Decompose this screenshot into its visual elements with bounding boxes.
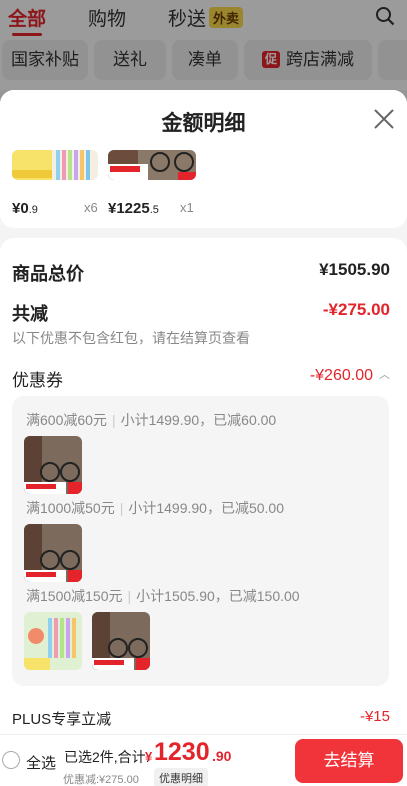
coupon-line: 满600减60元 | 小计1499.90，已减60.00 [26, 412, 277, 428]
reduce-note: 以下优惠不包含红包，请在结算页查看 [12, 330, 250, 346]
chevron-up-icon: ︿ [379, 369, 390, 381]
total-amount: 1230 [154, 738, 210, 766]
total-currency: ¥ [145, 749, 153, 764]
close-icon[interactable] [373, 108, 395, 130]
coupon-label: 优惠券 [12, 371, 63, 390]
coupon-detail-box: 满600减60元 | 小计1499.90，已减60.00 满1000减50元 | 小计1… [12, 396, 389, 686]
item-qty-bike: x1 [180, 200, 194, 215]
sheet-header: 金额明细 [0, 90, 407, 150]
items-card: ¥0.9 x6 ¥1225.5 x1 [0, 150, 407, 228]
selected-count: 已选2件,合计: [64, 749, 150, 765]
goods-total-label: 商品总价 [12, 264, 84, 284]
coupon-line: 满1500减150元 | 小计1505.90，已减150.00 [26, 588, 300, 604]
product-thumb-bike[interactable] [92, 612, 150, 670]
product-thumb-pens[interactable] [12, 150, 98, 180]
select-all-label[interactable]: 全选 [26, 752, 56, 773]
total-decimal: .90 [212, 748, 232, 764]
plus-discount-value: -¥15 [359, 708, 390, 725]
reduce-label: 共减 [12, 304, 48, 324]
product-thumb-bike[interactable] [24, 436, 82, 494]
item-price-pens: ¥0.9 [12, 200, 38, 217]
checkout-button[interactable]: 去结算 [295, 739, 403, 783]
coupon-toggle[interactable]: -¥260.00 ︿ [310, 366, 390, 385]
item-qty-pens: x6 [84, 200, 98, 215]
product-thumb-bike[interactable] [24, 524, 82, 582]
amount-detail-sheet: 金额明细 ¥0.9 x6 ¥1225.5 x1 商品总价 ¥1505.90 共减… [0, 90, 407, 786]
reduce-value: -¥275.00 [322, 300, 390, 319]
checkout-bar: 全选 已选2件,合计: ¥ 1230 .90 优惠减:¥275.00 优惠明细 … [0, 734, 407, 786]
select-all-checkbox[interactable] [2, 751, 20, 769]
discount-note: 优惠减:¥275.00 [63, 774, 139, 786]
plus-discount-label: PLUS专享立减 [12, 711, 112, 728]
product-thumb-bike[interactable] [108, 150, 196, 180]
goods-total-value: ¥1505.90 [319, 260, 390, 279]
product-thumb-pens[interactable] [24, 612, 82, 670]
sheet-title: 金额明细 [161, 112, 246, 135]
discount-detail-button[interactable]: 优惠明细 [154, 768, 208, 786]
item-price-bike: ¥1225.5 [108, 200, 159, 217]
coupon-line: 满1000减50元 | 小计1499.90，已减50.00 [26, 500, 284, 516]
